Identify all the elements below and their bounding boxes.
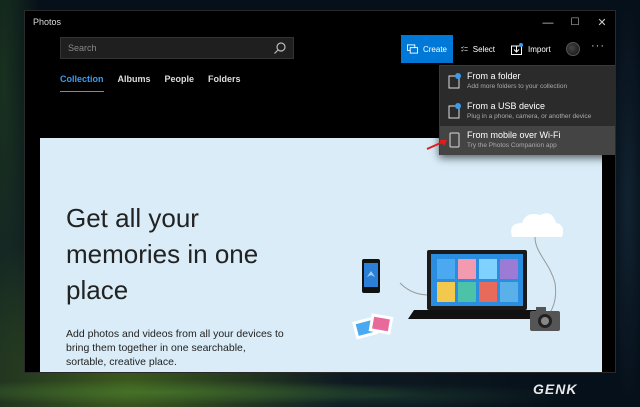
maximize-button[interactable]: ☐ [566, 14, 584, 32]
folder-icon [448, 73, 461, 89]
account-avatar[interactable] [566, 42, 580, 56]
menu-item-from-usb[interactable]: From a USB device Plug in a phone, camer… [440, 97, 615, 126]
select-checklist-icon [461, 46, 468, 52]
select-button[interactable]: Select [455, 35, 501, 63]
import-button[interactable]: Import [505, 35, 559, 63]
more-options-button[interactable]: ··· [591, 40, 605, 52]
menu-item-subtitle: Add more folders to your collection [467, 83, 568, 90]
select-label: Select [472, 44, 495, 54]
import-icon [511, 43, 523, 55]
menu-item-from-mobile-wifi[interactable]: From mobile over Wi-Fi Try the Photos Co… [440, 126, 615, 155]
menu-item-title: From a USB device [467, 101, 546, 111]
menu-item-from-folder[interactable]: From a folder Add more folders to your c… [440, 67, 615, 96]
title-bar: Photos — ☐ ✕ [25, 11, 615, 35]
menu-item-subtitle: Plug in a phone, camera, or another devi… [467, 113, 592, 120]
annotation-arrow-icon [426, 140, 447, 150]
create-button[interactable]: Create [401, 35, 453, 63]
minimize-button[interactable]: — [539, 14, 557, 32]
phone-icon [362, 259, 380, 293]
create-label: Create [422, 44, 447, 54]
watermark-logo: GENK [533, 381, 578, 397]
welcome-description: Add photos and videos from all your devi… [66, 328, 284, 368]
tab-people[interactable]: People [165, 74, 195, 92]
cloud-icon [511, 213, 564, 237]
welcome-panel: Get all your memories in one place Add p… [40, 138, 602, 372]
tab-collection[interactable]: Collection [60, 74, 104, 92]
search-icon[interactable] [273, 41, 287, 55]
photos-app-window: Photos — ☐ ✕ Search Create Select Import… [24, 10, 616, 373]
tab-albums[interactable]: Albums [118, 74, 151, 92]
usb-device-icon [448, 103, 461, 119]
menu-item-title: From mobile over Wi-Fi [467, 130, 561, 140]
search-input[interactable]: Search [68, 43, 97, 53]
window-title: Photos [33, 17, 62, 27]
menu-item-title: From a folder [467, 71, 521, 81]
menu-item-subtitle: Try the Photos Companion app [467, 142, 557, 149]
devices-illustration [352, 213, 564, 340]
create-icon [407, 44, 418, 54]
tab-folders[interactable]: Folders [208, 74, 241, 92]
search-box[interactable]: Search [60, 37, 294, 59]
close-button[interactable]: ✕ [593, 14, 611, 32]
laptop-icon [408, 250, 546, 319]
view-tabs: Collection Albums People Folders [60, 74, 255, 92]
import-dropdown-menu: From a folder Add more folders to your c… [439, 65, 615, 155]
welcome-headline: Get all your memories in one place [66, 203, 259, 305]
import-label: Import [528, 44, 551, 54]
photo-prints-icon [352, 313, 394, 340]
